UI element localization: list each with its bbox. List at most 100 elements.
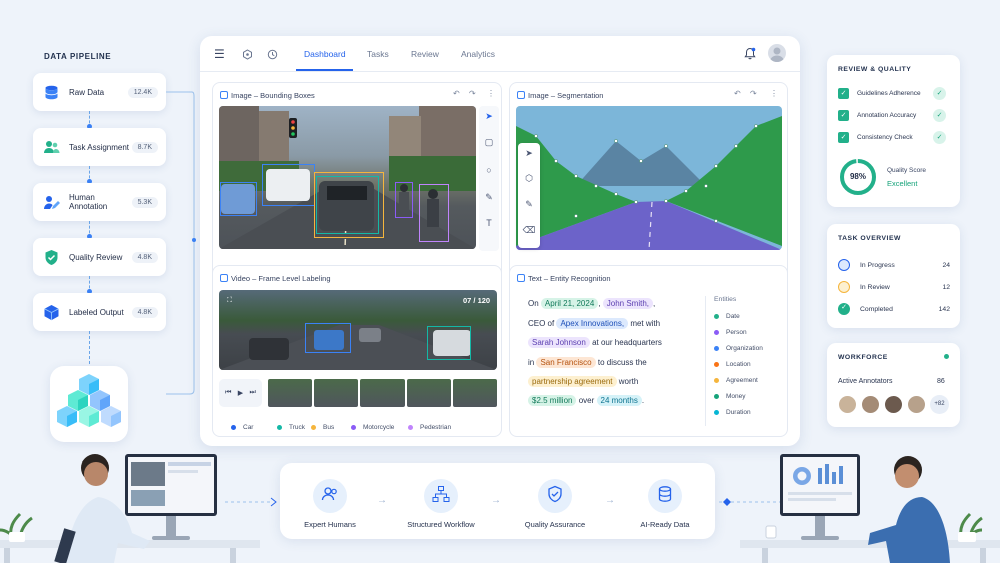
bbox-pedestrian[interactable] (395, 182, 413, 218)
entity-duration[interactable]: 24 months (596, 395, 642, 406)
avatar-group[interactable]: +82 (838, 395, 949, 414)
checkbox-icon[interactable] (220, 274, 228, 282)
tab-dashboard[interactable]: Dashboard (304, 49, 346, 59)
task-overview-card: TASK OVERVIEW In Progress 24 In Review 12 … (827, 224, 960, 328)
text-line: CEO of Apex Innovations, met with (528, 318, 661, 329)
feature-quality-assurance: Quality Assurance (505, 479, 605, 529)
entity-person[interactable]: John Smith, (602, 298, 653, 309)
panel-entity-recognition: Text – Entity Recognition On April 21, 2… (509, 265, 788, 437)
review-icon (838, 281, 850, 293)
checkbox-icon[interactable] (220, 91, 228, 99)
shield-check-icon (546, 485, 564, 508)
task-row-in-progress[interactable]: In Progress 24 (838, 259, 950, 271)
previous-icon[interactable]: ⏮ (225, 389, 231, 397)
users-icon (43, 139, 60, 156)
entity-agreement[interactable]: partnership agreement (528, 376, 617, 387)
database-icon (43, 84, 60, 101)
entity-legend-location: Location (714, 361, 751, 368)
tab-analytics[interactable]: Analytics (461, 49, 495, 59)
text-line: $2.5 million over 24 months. (528, 395, 644, 406)
hexagon-icon[interactable] (242, 47, 253, 65)
text-tool-icon[interactable]: T (480, 218, 498, 228)
tab-tasks[interactable]: Tasks (367, 49, 389, 59)
checkbox-icon[interactable] (517, 91, 525, 99)
check-item[interactable]: ✓ Guidelines Adherence (838, 88, 921, 99)
check-icon: ✓ (838, 303, 850, 315)
review-quality-card: REVIEW & QUALITY ✓ Guidelines Adherence ✓… (827, 55, 960, 207)
polygon-icon[interactable]: ⬡ (520, 173, 538, 184)
filmstrip[interactable] (268, 379, 498, 407)
video-frame[interactable]: ⛶ 07 / 120 (219, 290, 497, 370)
more-icon[interactable]: ⋮ (770, 89, 778, 98)
pipeline-step-raw-data[interactable]: Raw Data 12.4K (33, 73, 166, 111)
undo-icon[interactable]: ↶ (734, 89, 741, 98)
entity-money[interactable]: $2.5 million (528, 395, 577, 406)
pipeline-step-labeled-output[interactable]: Labeled Output 4.8K (33, 293, 166, 331)
workforce-card: WORKFORCE Active Annotators 86 +82 (827, 343, 960, 427)
pipeline-step-task-assignment[interactable]: Task Assignment 8.7K (33, 128, 166, 166)
tab-review[interactable]: Review (411, 49, 439, 59)
bbox-bus[interactable] (314, 172, 384, 238)
entity-legend-agreement: Agreement (714, 377, 758, 384)
task-row-completed[interactable]: ✓ Completed 142 (838, 303, 950, 315)
online-indicator (944, 354, 949, 359)
undo-icon[interactable]: ↶ (453, 89, 460, 98)
more-icon[interactable]: ⋮ (487, 89, 495, 98)
bbox-truck[interactable] (427, 326, 471, 360)
check-item[interactable]: ✓ Consistency Check (838, 132, 913, 143)
check-circle-icon: ✓ (933, 87, 946, 100)
top-bar: ☰ Dashboard Tasks Review Analytics (200, 36, 800, 72)
cursor-icon[interactable]: ➤ (480, 111, 498, 122)
text-line: in San Francisco to discuss the (528, 357, 647, 368)
card-title: TASK OVERVIEW (838, 235, 901, 242)
entity-location[interactable]: San Francisco (536, 357, 596, 368)
database-icon (656, 485, 674, 508)
entity-legend-organization: Organization (714, 345, 763, 352)
check-circle-icon: ✓ (933, 131, 946, 144)
video-icon: ⛶ (227, 297, 232, 304)
avatar[interactable] (768, 44, 786, 62)
bell-icon[interactable] (744, 47, 756, 65)
road-scene-image[interactable] (516, 106, 782, 250)
hierarchy-icon (432, 485, 450, 508)
check-icon: ✓ (838, 88, 849, 99)
feature-structured-workflow: Structured Workflow (391, 479, 491, 529)
redo-icon[interactable]: ↷ (750, 89, 757, 98)
entity-legend-money: Money (714, 393, 746, 400)
history-icon[interactable] (267, 47, 278, 65)
pipeline-step-human-annotation[interactable]: Human Annotation 5.3K (33, 183, 166, 221)
legend-truck: Truck (277, 424, 305, 431)
pipeline-step-quality-review[interactable]: Quality Review 4.8K (33, 238, 166, 276)
task-row-in-review[interactable]: In Review 12 (838, 281, 950, 293)
play-icon[interactable]: ▶ (238, 389, 243, 397)
circle-icon[interactable]: ○ (480, 165, 498, 175)
brush-icon[interactable]: ✎ (520, 199, 538, 210)
checkbox-icon[interactable] (517, 274, 525, 282)
redo-icon[interactable]: ↷ (469, 89, 476, 98)
bbox-pedestrian[interactable] (419, 184, 449, 242)
quality-score-label: Quality Score (887, 167, 927, 174)
arrow-icon: → (377, 495, 387, 506)
check-item[interactable]: ✓ Annotation Accuracy (838, 110, 916, 121)
playback-controls: ⏮ ▶ ⏭ (219, 379, 262, 407)
entity-organization[interactable]: Apex Innovations, (556, 318, 629, 329)
entities-title: Entities (714, 296, 737, 303)
step-label: Human Annotation (69, 193, 108, 211)
entity-date[interactable]: April 21, 2024 (540, 298, 599, 309)
street-scene-image[interactable] (219, 106, 476, 249)
panel-segmentation: Image – Segmentation ↶ ↷ ⋮ ➤ ⬡ ✎ ⌫ (509, 82, 788, 290)
entity-legend-duration: Duration (714, 409, 751, 416)
bbox-car[interactable] (220, 182, 257, 216)
next-icon[interactable]: ⏭ (250, 389, 256, 397)
annotator-workstation-left (0, 454, 260, 563)
cursor-icon[interactable]: ➤ (520, 148, 538, 159)
menu-icon[interactable]: ☰ (214, 47, 225, 61)
entity-legend-date: Date (714, 313, 740, 320)
rectangle-icon[interactable]: ▢ (480, 137, 498, 148)
entity-person[interactable]: Sarah Johnson (528, 337, 590, 348)
eraser-icon[interactable]: ⌫ (520, 225, 538, 236)
bbox-car[interactable] (262, 164, 315, 206)
bbox-car[interactable] (305, 323, 351, 353)
pen-icon[interactable]: ✎ (480, 192, 498, 203)
check-icon: ✓ (838, 110, 849, 121)
